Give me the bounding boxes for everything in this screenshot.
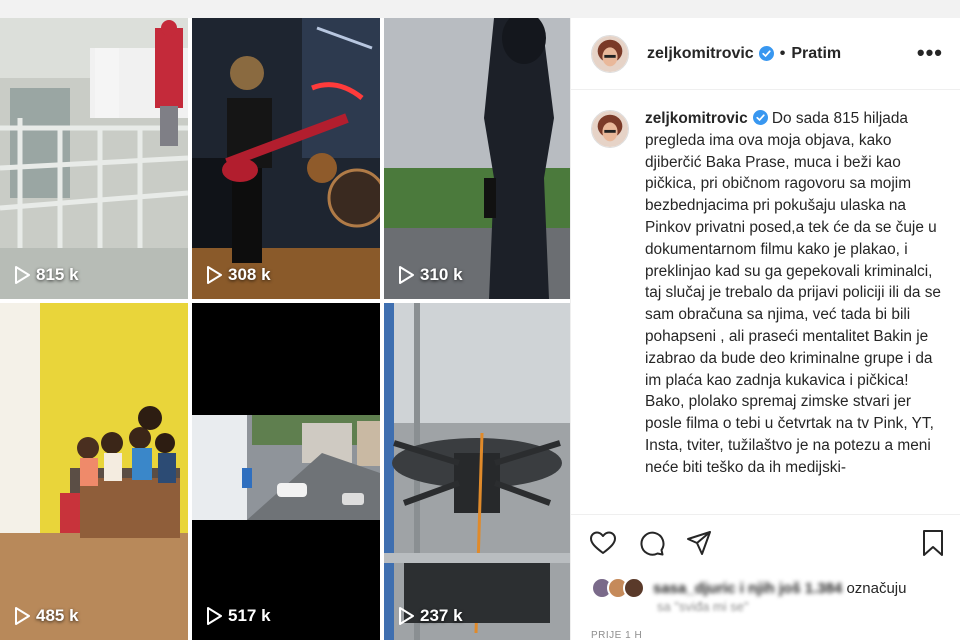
bookmark-icon[interactable] [921, 529, 945, 557]
share-icon[interactable] [685, 529, 713, 557]
grid-tile-5[interactable]: 517 k [192, 303, 380, 640]
tile-4-views: 485 k [14, 606, 79, 626]
tile-6-view-count: 237 k [420, 606, 463, 625]
tile-6-thumbnail [384, 303, 570, 640]
more-icon[interactable]: ••• [917, 42, 943, 64]
separator-dot: • [779, 44, 786, 62]
caption-text: Do sada 815 hiljada pregleda ima ova moj… [645, 110, 941, 476]
video-grid: 815 k 308 k 310 k 485 k 517 k 237 k [0, 18, 570, 640]
tile-6-views: 237 k [398, 606, 463, 626]
tile-5-view-count: 517 k [228, 606, 271, 625]
tile-3-view-count: 310 k [420, 265, 463, 284]
post-panel: zeljkomitrovic • Pratim ••• zeljkomitrov… [570, 18, 960, 640]
verified-icon [752, 110, 768, 125]
grid-tile-4[interactable]: 485 k [0, 303, 188, 640]
likes-subtext: sa "sviđa mi se" [657, 599, 749, 614]
play-icon [15, 607, 30, 625]
verified-icon [758, 46, 774, 61]
post-header: zeljkomitrovic • Pratim ••• [571, 18, 960, 90]
tile-4-view-count: 485 k [36, 606, 79, 625]
post-actions: sasa_djuric i njih još 1.384 označuju sa… [571, 514, 960, 640]
grid-tile-2[interactable]: 308 k [192, 18, 380, 299]
tile-1-thumbnail [0, 18, 188, 299]
grid-tile-3[interactable]: 310 k [384, 18, 570, 299]
play-icon [207, 607, 222, 625]
heart-icon[interactable] [589, 529, 617, 557]
tile-1-view-count: 815 k [36, 265, 79, 284]
tile-2-views: 308 k [206, 265, 271, 285]
likes-row: sasa_djuric i njih još 1.384 označuju [591, 577, 906, 599]
username-link[interactable]: zeljkomitrovic [647, 45, 754, 63]
tile-4-thumbnail [0, 303, 188, 640]
post-caption: zeljkomitrovic Do sada 815 hiljada pregl… [591, 108, 941, 510]
tile-2-thumbnail [192, 18, 380, 299]
browser-top-strip [0, 0, 960, 18]
grid-tile-6[interactable]: 237 k [384, 303, 570, 640]
caption-avatar[interactable] [591, 110, 629, 148]
avatar[interactable] [591, 34, 629, 73]
play-icon [399, 607, 414, 625]
post-timestamp: PRIJE 1 H [591, 630, 643, 640]
tile-5-thumbnail [192, 303, 380, 640]
caption-username[interactable]: zeljkomitrovic [645, 110, 748, 127]
tile-2-view-count: 308 k [228, 265, 271, 284]
grid-tile-1[interactable]: 815 k [0, 18, 188, 299]
likes-text[interactable]: sasa_djuric i njih još 1.384 označuju [653, 580, 906, 597]
tile-5-views: 517 k [206, 606, 271, 626]
play-icon [399, 266, 414, 284]
play-icon [207, 266, 222, 284]
play-icon [15, 266, 30, 284]
likes-names[interactable]: sasa_djuric i njih još 1.384 [653, 580, 842, 597]
liker-avatar [623, 577, 645, 599]
following-button[interactable]: Pratim [791, 45, 841, 63]
caption-text-block: zeljkomitrovic Do sada 815 hiljada pregl… [645, 108, 941, 510]
comment-icon[interactable] [637, 529, 665, 557]
likes-suffix: označuju [846, 579, 907, 597]
tile-3-thumbnail [384, 18, 570, 299]
tile-3-views: 310 k [398, 265, 463, 285]
tile-1-views: 815 k [14, 265, 79, 285]
